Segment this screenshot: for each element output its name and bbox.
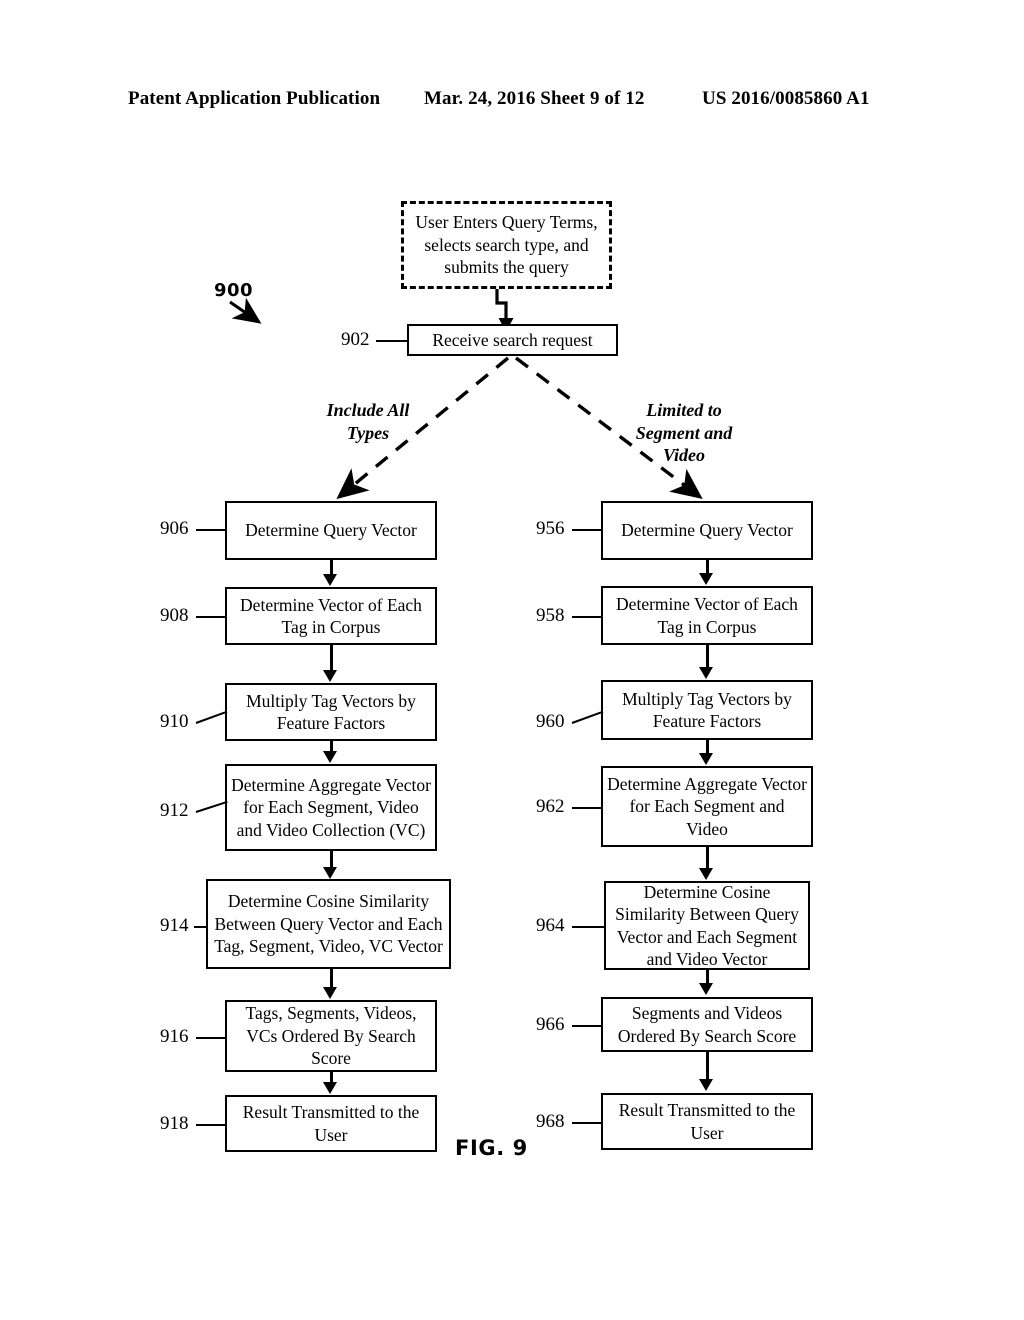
left-step-box-908: Determine Vector of Each Tag in Corpus	[225, 587, 437, 645]
connector-912-914-head	[323, 867, 337, 879]
header-patent-number: US 2016/0085860 A1	[702, 88, 870, 109]
leader-line-902	[376, 340, 407, 342]
left-step-box-912: Determine Aggregate Vector for Each Segm…	[225, 764, 437, 851]
left-step-box-918: Result Transmitted to the User	[225, 1095, 437, 1152]
right-step-box-968: Result Transmitted to the User	[601, 1093, 813, 1150]
right-step-box-966: Segments and Videos Ordered By Search Sc…	[601, 997, 813, 1052]
connector-910-912-head	[323, 751, 337, 763]
left-step-text-908: Determine Vector of Each Tag in Corpus	[240, 594, 422, 637]
header-date-sheet: Mar. 24, 2016 Sheet 9 of 12	[424, 88, 645, 109]
leader-line-968	[572, 1122, 601, 1124]
ref-numeral-960: 960	[536, 711, 565, 732]
ref-numeral-958: 958	[536, 605, 565, 626]
left-step-text-918: Result Transmitted to the User	[242, 1102, 420, 1145]
right-step-text-966: Segments and Videos Ordered By Search Sc…	[617, 1003, 797, 1046]
right-step-text-964: Determine Cosine Similarity Between Quer…	[615, 881, 799, 969]
right-step-box-962: Determine Aggregate Vector for Each Segm…	[601, 766, 813, 847]
ref-numeral-916: 916	[160, 1026, 189, 1047]
connector-962-964-line	[706, 847, 709, 869]
connector-966-968-line	[706, 1052, 709, 1080]
connector-958-960-head	[699, 667, 713, 679]
figure-caption: FIG. 9	[455, 1136, 528, 1160]
leader-line-916	[196, 1037, 225, 1039]
leader-line-918	[196, 1124, 225, 1126]
start-process-text: User Enters Query Terms, selects search …	[415, 212, 598, 278]
connector-914-916-head	[323, 987, 337, 999]
receive-search-request-text: Receive search request	[432, 329, 593, 350]
ref-numeral-914: 914	[160, 915, 189, 936]
header-publication-title: Patent Application Publication	[128, 88, 381, 109]
patent-figure-page: Patent Application Publication Mar. 24, …	[0, 0, 1024, 1320]
ref-numeral-918: 918	[160, 1113, 189, 1134]
right-step-text-960: Multiply Tag Vectors by Feature Factors	[622, 688, 792, 731]
right-step-box-960: Multiply Tag Vectors by Feature Factors	[601, 680, 813, 740]
left-step-text-912: Determine Aggregate Vector for Each Segm…	[231, 774, 431, 840]
page-header: Patent Application Publication Mar. 24, …	[0, 88, 1024, 114]
connector-956-958-head	[699, 573, 713, 585]
connector-956-958-line	[706, 560, 709, 574]
leader-line-966	[572, 1025, 601, 1027]
leader-line-958	[572, 616, 601, 618]
ref-numeral-908: 908	[160, 605, 189, 626]
connector-906-908-head	[323, 574, 337, 586]
ref-numeral-956: 956	[536, 518, 565, 539]
ref-numeral-968: 968	[536, 1111, 565, 1132]
ref-numeral-910: 910	[160, 711, 189, 732]
right-step-text-968: Result Transmitted to the User	[618, 1100, 796, 1143]
diagram-arrows-layer	[229, 288, 703, 500]
figure-number-900: 900	[214, 280, 254, 301]
leader-line-908	[196, 616, 225, 618]
connector-908-910-line	[330, 645, 333, 670]
leader-line-956	[572, 529, 601, 531]
receive-search-request-box: Receive search request	[407, 324, 618, 356]
leader-line-962	[572, 807, 601, 809]
left-step-box-914: Determine Cosine Similarity Between Quer…	[206, 879, 451, 969]
leader-line-964	[572, 926, 604, 928]
connector-914-916-line	[330, 969, 333, 988]
lead-arrow-900	[229, 297, 262, 324]
right-step-text-956: Determine Query Vector	[621, 520, 793, 541]
leader-line-910	[195, 710, 228, 724]
connector-964-966-line	[706, 970, 709, 984]
ref-numeral-906: 906	[160, 518, 189, 539]
left-step-box-906: Determine Query Vector	[225, 501, 437, 560]
leader-line-914	[194, 926, 207, 928]
connector-906-908-line	[330, 560, 333, 575]
left-step-box-916: Tags, Segments, Videos, VCs Ordered By S…	[225, 1000, 437, 1072]
left-step-text-914: Determine Cosine Similarity Between Quer…	[214, 891, 443, 957]
connector-964-966-head	[699, 983, 713, 995]
leader-line-906	[196, 529, 225, 531]
connector-908-910-head	[323, 670, 337, 682]
connector-960-962-head	[699, 753, 713, 765]
connector-966-968-head	[699, 1079, 713, 1091]
left-step-text-916: Tags, Segments, Videos, VCs Ordered By S…	[245, 1003, 417, 1069]
connector-912-914-line	[330, 851, 333, 868]
right-step-box-964: Determine Cosine Similarity Between Quer…	[604, 881, 810, 970]
connector-960-962-line	[706, 740, 709, 754]
left-step-text-910: Multiply Tag Vectors by Feature Factors	[246, 690, 416, 733]
ref-numeral-902: 902	[341, 329, 370, 350]
ref-numeral-912: 912	[160, 800, 189, 821]
branch-label-include-all-types: Include All Types	[326, 400, 410, 443]
ref-numeral-966: 966	[536, 1014, 565, 1035]
ref-numeral-962: 962	[536, 796, 565, 817]
right-step-box-958: Determine Vector of Each Tag in Corpus	[601, 586, 813, 645]
right-step-text-958: Determine Vector of Each Tag in Corpus	[616, 594, 798, 637]
leader-line-960	[571, 710, 604, 724]
leader-line-912	[195, 800, 228, 813]
right-step-text-962: Determine Aggregate Vector for Each Segm…	[607, 773, 807, 839]
ref-numeral-964: 964	[536, 915, 565, 936]
connector-916-918-head	[323, 1082, 337, 1094]
branch-label-limited-to-segment-and-video: Limited to Segment and Video	[635, 400, 733, 465]
left-step-box-910: Multiply Tag Vectors by Feature Factors	[225, 683, 437, 741]
start-process-box: User Enters Query Terms, selects search …	[401, 201, 612, 289]
connector-958-960-line	[706, 645, 709, 668]
connector-962-964-head	[699, 868, 713, 880]
right-step-box-956: Determine Query Vector	[601, 501, 813, 560]
left-step-text-906: Determine Query Vector	[245, 520, 417, 541]
